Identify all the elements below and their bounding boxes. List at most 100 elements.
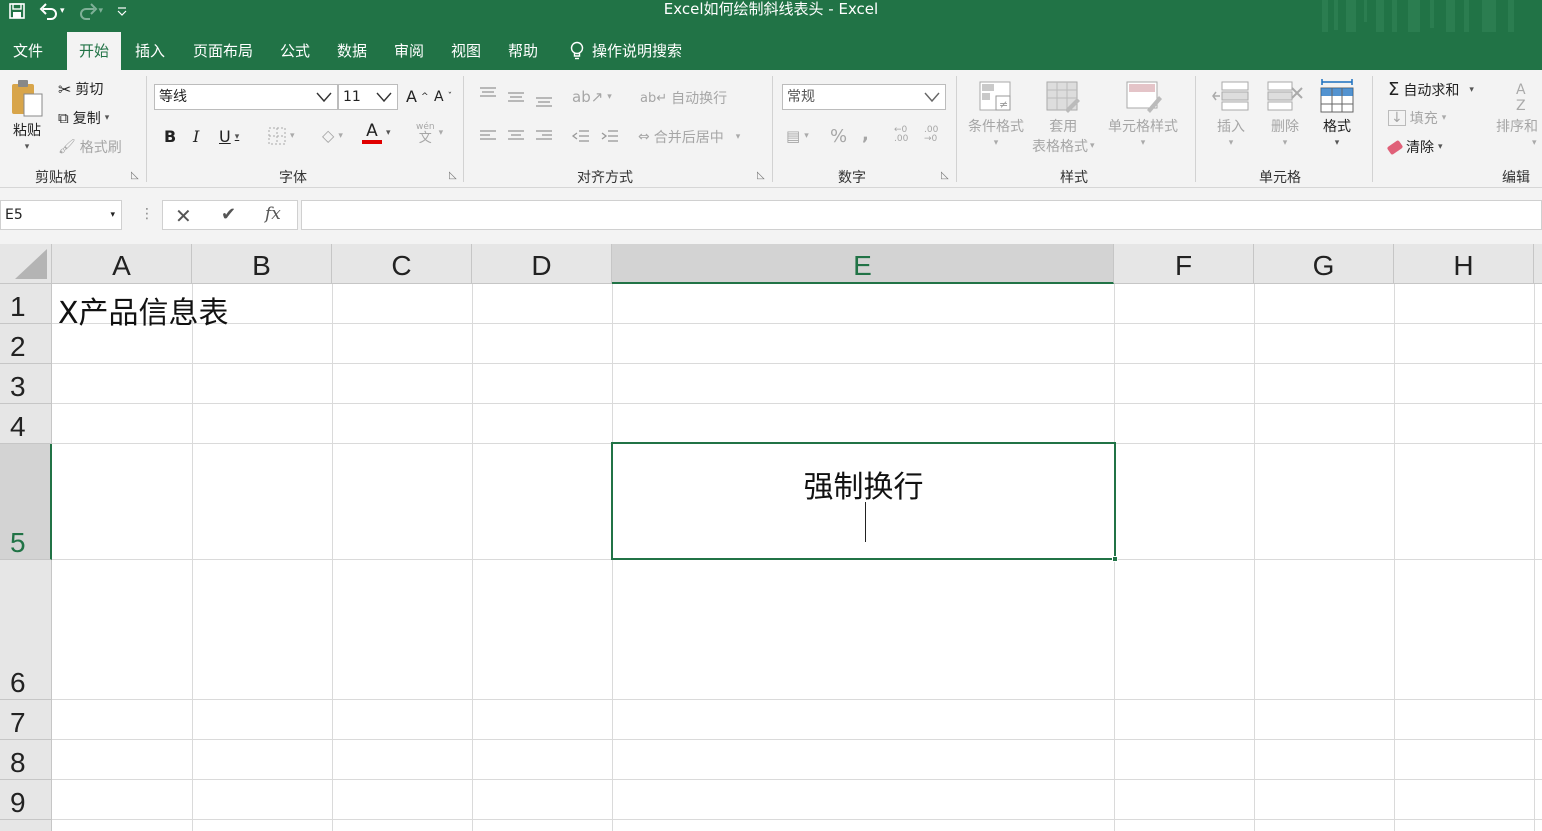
increase-decimal-button[interactable]: ←0.00 bbox=[894, 126, 908, 144]
tab-data[interactable]: 数据 bbox=[337, 32, 367, 70]
align-center-button[interactable] bbox=[506, 128, 526, 144]
name-box[interactable]: E5 ▾ bbox=[0, 200, 122, 230]
formula-input[interactable] bbox=[301, 200, 1542, 230]
orientation-button[interactable]: ab↗ ▾ bbox=[572, 88, 612, 106]
insert-function-icon[interactable]: fx bbox=[265, 204, 281, 224]
lightbulb-icon bbox=[570, 41, 584, 60]
group-separator bbox=[1372, 76, 1373, 182]
format-cells-button[interactable]: 格式 ▾ bbox=[1318, 78, 1356, 148]
cut-label: 剪切 bbox=[75, 82, 104, 98]
font-name-combo[interactable]: 等线 bbox=[154, 84, 338, 110]
merge-center-label: 合并后居中 bbox=[653, 130, 724, 146]
increase-indent-button[interactable] bbox=[600, 128, 620, 144]
comma-button[interactable]: , bbox=[862, 124, 869, 145]
column-header-g[interactable]: G bbox=[1254, 244, 1394, 284]
chevron-down-icon bbox=[375, 89, 393, 113]
cancel-icon[interactable]: ✕ bbox=[175, 204, 192, 228]
paste-button[interactable]: 粘贴 ▾ bbox=[10, 78, 44, 152]
conditional-formatting-button[interactable]: ≠ 条件格式 ▾ bbox=[968, 80, 1024, 148]
tab-insert[interactable]: 插入 bbox=[135, 32, 165, 70]
align-left-button[interactable] bbox=[478, 128, 498, 144]
alignment-launcher-icon[interactable]: ◺ bbox=[757, 170, 765, 181]
worksheet-grid[interactable]: A B C D E F G H 1 2 3 4 5 6 7 8 9 X产品信息表… bbox=[0, 244, 1542, 831]
tab-review[interactable]: 审阅 bbox=[394, 32, 424, 70]
fill-color-button[interactable]: ◇ ▾ bbox=[322, 126, 343, 145]
column-header-f[interactable]: F bbox=[1114, 244, 1254, 284]
underline-button[interactable]: U ▾ bbox=[219, 127, 239, 146]
svg-text:Z: Z bbox=[1516, 98, 1526, 114]
clear-button[interactable]: 清除 ▾ bbox=[1386, 137, 1443, 157]
column-header-b[interactable]: B bbox=[192, 244, 332, 284]
merge-center-button[interactable]: ⇔ 合并后居中 ▾ bbox=[638, 127, 740, 147]
number-format-combo[interactable]: 常规 bbox=[782, 84, 946, 110]
bold-button[interactable]: B bbox=[164, 127, 176, 146]
column-header-partial[interactable] bbox=[1534, 244, 1542, 284]
column-header-h[interactable]: H bbox=[1394, 244, 1534, 284]
decrease-decimal-button[interactable]: .00 →0 bbox=[924, 126, 938, 144]
delete-cells-button[interactable]: 删除 ▾ bbox=[1266, 80, 1304, 148]
cell-styles-button[interactable]: 单元格样式 ▾ bbox=[1108, 80, 1178, 148]
tab-formulas[interactable]: 公式 bbox=[280, 32, 310, 70]
wrap-text-button[interactable]: ab↵ 自动换行 bbox=[640, 88, 727, 108]
column-header-e[interactable]: E bbox=[612, 244, 1114, 284]
cut-button[interactable]: ✂ 剪切 bbox=[58, 79, 103, 99]
font-color-button[interactable]: A ▾ bbox=[362, 122, 391, 144]
decrease-indent-button[interactable] bbox=[571, 128, 591, 144]
align-top-button[interactable] bbox=[478, 86, 498, 102]
tab-view[interactable]: 视图 bbox=[451, 32, 481, 70]
shrink-font-button[interactable]: Aˇ bbox=[434, 89, 452, 105]
italic-button[interactable]: I bbox=[193, 127, 199, 146]
autosum-button[interactable]: Σ 自动求和 ▾ bbox=[1388, 79, 1474, 100]
fill-button[interactable]: ↓ 填充 ▾ bbox=[1388, 108, 1446, 128]
column-header-d[interactable]: D bbox=[472, 244, 612, 284]
row-header-1[interactable]: 1 bbox=[0, 284, 52, 324]
format-as-table-button[interactable]: 套用 表格格式 ▾ bbox=[1032, 80, 1095, 156]
align-middle-button[interactable] bbox=[506, 89, 526, 105]
align-right-button[interactable] bbox=[534, 128, 554, 144]
percent-button[interactable]: % bbox=[830, 126, 847, 147]
row-header-3[interactable]: 3 bbox=[0, 364, 52, 404]
name-box-value: E5 bbox=[5, 207, 23, 223]
row-header-7[interactable]: 7 bbox=[0, 700, 52, 740]
row-header-4[interactable]: 4 bbox=[0, 404, 52, 444]
tab-home[interactable]: 开始 bbox=[67, 32, 122, 72]
phonetic-bottom: 文 bbox=[418, 131, 432, 146]
format-as-table-label-2: 表格格式 bbox=[1032, 139, 1088, 155]
align-bottom-button[interactable] bbox=[534, 92, 554, 108]
accounting-format-button[interactable]: ▤ ▾ bbox=[786, 127, 809, 145]
tab-file[interactable]: 文件 bbox=[13, 32, 43, 70]
column-header-a[interactable]: A bbox=[52, 244, 192, 284]
row-header-8[interactable]: 8 bbox=[0, 740, 52, 780]
copy-button[interactable]: ⧉ 复制 ▾ bbox=[58, 108, 109, 128]
gridline bbox=[1534, 284, 1535, 831]
formula-bar-grip[interactable]: ⋮ bbox=[140, 206, 154, 222]
enter-icon[interactable]: ✔ bbox=[221, 204, 236, 225]
row-header-partial[interactable] bbox=[0, 820, 52, 831]
cell-a1[interactable]: X产品信息表 bbox=[58, 288, 229, 332]
align-right-icon bbox=[536, 130, 552, 140]
clipboard-launcher-icon[interactable]: ◺ bbox=[131, 170, 139, 181]
select-all-button[interactable] bbox=[0, 244, 52, 284]
format-painter-label: 格式刷 bbox=[79, 140, 122, 156]
insert-cells-button[interactable]: 插入 ▾ bbox=[1212, 80, 1250, 148]
column-header-c[interactable]: C bbox=[332, 244, 472, 284]
grow-font-button[interactable]: A ^ bbox=[406, 87, 429, 106]
borders-button[interactable]: ▾ bbox=[268, 127, 295, 145]
sort-filter-button[interactable]: AZ 排序和 ▾ bbox=[1496, 80, 1538, 148]
row-header-5[interactable]: 5 bbox=[0, 444, 52, 560]
grow-font-icon: A bbox=[406, 87, 417, 106]
format-painter-button[interactable]: 🖌 格式刷 bbox=[58, 137, 122, 157]
fill-handle[interactable] bbox=[1112, 556, 1118, 562]
tab-help[interactable]: 帮助 bbox=[508, 32, 538, 70]
tell-me-search[interactable]: 操作说明搜索 bbox=[568, 32, 682, 70]
font-launcher-icon[interactable]: ◺ bbox=[449, 170, 457, 181]
active-cell-e5[interactable]: 强制换行 bbox=[611, 442, 1118, 562]
row-header-9[interactable]: 9 bbox=[0, 780, 52, 820]
sigma-icon: Σ bbox=[1388, 79, 1400, 100]
row-header-6[interactable]: 6 bbox=[0, 560, 52, 700]
tab-page-layout[interactable]: 页面布局 bbox=[193, 32, 253, 70]
phonetic-button[interactable]: wén 文 ▾ bbox=[416, 122, 443, 146]
row-header-2[interactable]: 2 bbox=[0, 324, 52, 364]
font-size-combo[interactable]: 11 bbox=[338, 84, 398, 110]
number-launcher-icon[interactable]: ◺ bbox=[941, 170, 949, 181]
